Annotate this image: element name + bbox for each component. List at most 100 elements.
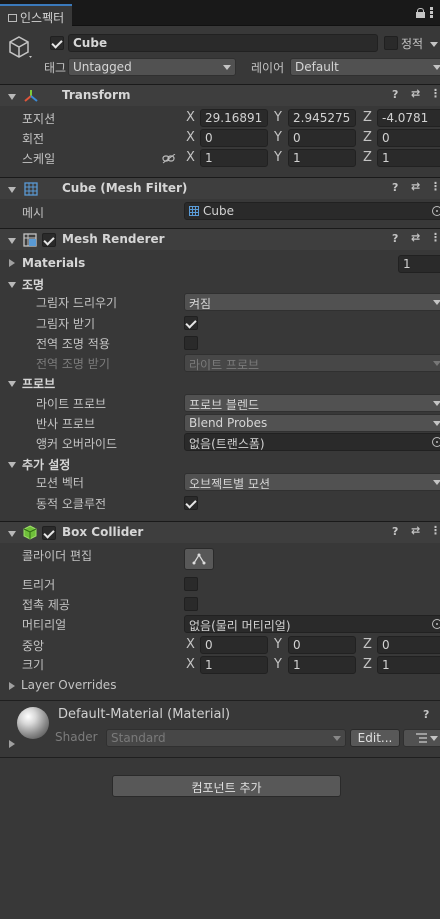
materials-label[interactable]: Materials	[22, 256, 85, 270]
lighting-label[interactable]: 조명	[22, 276, 44, 293]
presets-icon[interactable]: ⇄	[411, 231, 420, 244]
position-z-axis-label[interactable]: Z	[363, 110, 372, 125]
light-probes-value: 프로브 블렌드	[189, 398, 260, 412]
rotation-z-field[interactable]: 0	[377, 129, 440, 147]
center-y-axis-label[interactable]: Y	[274, 637, 282, 652]
box-collider-title: Box Collider	[62, 525, 144, 539]
help-icon[interactable]: ?	[392, 181, 398, 194]
layer-dropdown[interactable]: Default	[290, 58, 440, 76]
help-icon[interactable]: ?	[392, 88, 398, 101]
edit-shader-button[interactable]: Edit...	[350, 729, 400, 747]
position-x-axis-label[interactable]: X	[186, 110, 195, 125]
box-collider-enabled-checkbox[interactable]	[42, 526, 56, 540]
context-menu-icon[interactable]: ⋮	[430, 180, 440, 193]
probes-foldout-arrow[interactable]	[8, 381, 16, 387]
help-icon[interactable]: ?	[392, 525, 398, 538]
scale-x-axis-label[interactable]: X	[186, 150, 195, 165]
center-y-field[interactable]: 0	[288, 636, 356, 654]
size-z-field[interactable]: 1	[377, 656, 440, 674]
anchor-override-field[interactable]: 없음(트랜스폼)	[184, 433, 440, 451]
scale-z-field[interactable]: 1	[377, 149, 440, 167]
tag-dropdown[interactable]: Untagged	[68, 58, 236, 76]
add-component-button[interactable]: 컴포넌트 추가	[112, 775, 341, 797]
rotation-y-field[interactable]: 0	[288, 129, 356, 147]
center-z-axis-label[interactable]: Z	[363, 637, 372, 652]
dynamic-occlusion-checkbox[interactable]	[184, 496, 198, 510]
object-picker-icon[interactable]	[432, 437, 440, 447]
lock-icon[interactable]	[416, 8, 425, 18]
layer-overrides-foldout-arrow[interactable]	[9, 682, 15, 690]
position-z-field[interactable]: -4.0781	[377, 109, 440, 127]
box-collider-foldout-arrow[interactable]	[8, 531, 16, 537]
material-foldout-arrow[interactable]	[9, 740, 15, 748]
is-trigger-checkbox[interactable]	[184, 577, 198, 591]
link-icon[interactable]	[162, 153, 176, 164]
rotation-y-axis-label[interactable]: Y	[274, 130, 282, 145]
size-x-axis-label[interactable]: X	[186, 657, 195, 672]
transform-header[interactable]: Transform ? ⇄ ⋮	[0, 84, 440, 106]
size-z-axis-label[interactable]: Z	[363, 657, 372, 672]
mesh-renderer-header[interactable]: Mesh Renderer ? ⇄ ⋮	[0, 228, 440, 250]
reflection-probes-dropdown[interactable]: Blend Probes	[184, 414, 440, 432]
mesh-object-field[interactable]: Cube	[184, 202, 440, 220]
rotation-x-field[interactable]: 0	[200, 129, 268, 147]
lighting-foldout-arrow[interactable]	[8, 282, 16, 288]
presets-icon[interactable]: ⇄	[411, 87, 420, 100]
center-x-field[interactable]: 0	[200, 636, 268, 654]
edit-bounds-icon	[192, 553, 206, 565]
scale-x-field[interactable]: 1	[200, 149, 268, 167]
help-icon[interactable]: ?	[392, 232, 398, 245]
mesh-filter-foldout-arrow[interactable]	[8, 187, 16, 193]
object-name-field[interactable]: Cube	[68, 34, 378, 52]
transform-foldout-arrow[interactable]	[8, 94, 16, 100]
rotation-x-axis-label[interactable]: X	[186, 130, 195, 145]
list-icon	[416, 733, 427, 743]
additional-settings-label[interactable]: 추가 설정	[22, 456, 70, 473]
static-dropdown-arrow[interactable]	[430, 42, 438, 47]
position-y-axis-label[interactable]: Y	[274, 110, 282, 125]
scale-y-axis-label[interactable]: Y	[274, 150, 282, 165]
physic-material-field[interactable]: 없음(물리 머티리얼)	[184, 615, 440, 633]
materials-count-field[interactable]: 1	[398, 255, 440, 273]
receive-shadows-checkbox[interactable]	[184, 316, 198, 330]
mesh-renderer-enabled-checkbox[interactable]	[42, 233, 56, 247]
rotation-z-axis-label[interactable]: Z	[363, 130, 372, 145]
context-menu-icon[interactable]: ⋮	[430, 524, 440, 537]
help-icon[interactable]: ?	[423, 708, 429, 721]
center-x-axis-label[interactable]: X	[186, 637, 195, 652]
more-menu-icon[interactable]	[430, 7, 433, 19]
box-collider-header[interactable]: Box Collider ? ⇄ ⋮	[0, 521, 440, 543]
position-y-field[interactable]: 2.945275	[288, 109, 356, 127]
center-z-field[interactable]: 0	[377, 636, 440, 654]
motion-vectors-dropdown[interactable]: 오브젝트별 모션	[184, 473, 440, 491]
probes-label[interactable]: 프로브	[22, 375, 55, 392]
additional-settings-foldout-arrow[interactable]	[8, 462, 16, 468]
presets-icon[interactable]: ⇄	[411, 524, 420, 537]
tab-inspector[interactable]: 인스펙터	[0, 4, 72, 26]
cast-shadows-dropdown[interactable]: 켜짐	[184, 293, 440, 311]
size-y-axis-label[interactable]: Y	[274, 657, 282, 672]
size-x-field[interactable]: 1	[200, 656, 268, 674]
shader-options-dropdown[interactable]	[403, 729, 440, 747]
shader-dropdown[interactable]: Standard	[106, 729, 346, 747]
layer-overrides-label[interactable]: Layer Overrides	[21, 678, 116, 692]
scale-y-field[interactable]: 1	[288, 149, 356, 167]
edit-collider-button[interactable]	[184, 548, 214, 570]
presets-icon[interactable]: ⇄	[411, 180, 420, 193]
scale-z-axis-label[interactable]: Z	[363, 150, 372, 165]
active-checkbox[interactable]	[50, 36, 64, 50]
light-probes-dropdown[interactable]: 프로브 블렌드	[184, 394, 440, 412]
mesh-filter-header[interactable]: Cube (Mesh Filter) ? ⇄ ⋮	[0, 177, 440, 199]
materials-foldout-arrow[interactable]	[9, 259, 15, 267]
context-menu-icon[interactable]: ⋮	[430, 87, 440, 100]
provides-contacts-checkbox[interactable]	[184, 597, 198, 611]
position-x-field[interactable]: 29.16891	[200, 109, 268, 127]
static-checkbox[interactable]	[384, 36, 398, 50]
object-picker-icon[interactable]	[432, 206, 440, 216]
context-menu-icon[interactable]: ⋮	[430, 231, 440, 244]
object-picker-icon[interactable]	[432, 619, 440, 629]
contribute-gi-checkbox[interactable]	[184, 336, 198, 350]
size-y-field[interactable]: 1	[288, 656, 356, 674]
mesh-renderer-foldout-arrow[interactable]	[8, 238, 16, 244]
gameobject-icon[interactable]	[8, 34, 34, 62]
